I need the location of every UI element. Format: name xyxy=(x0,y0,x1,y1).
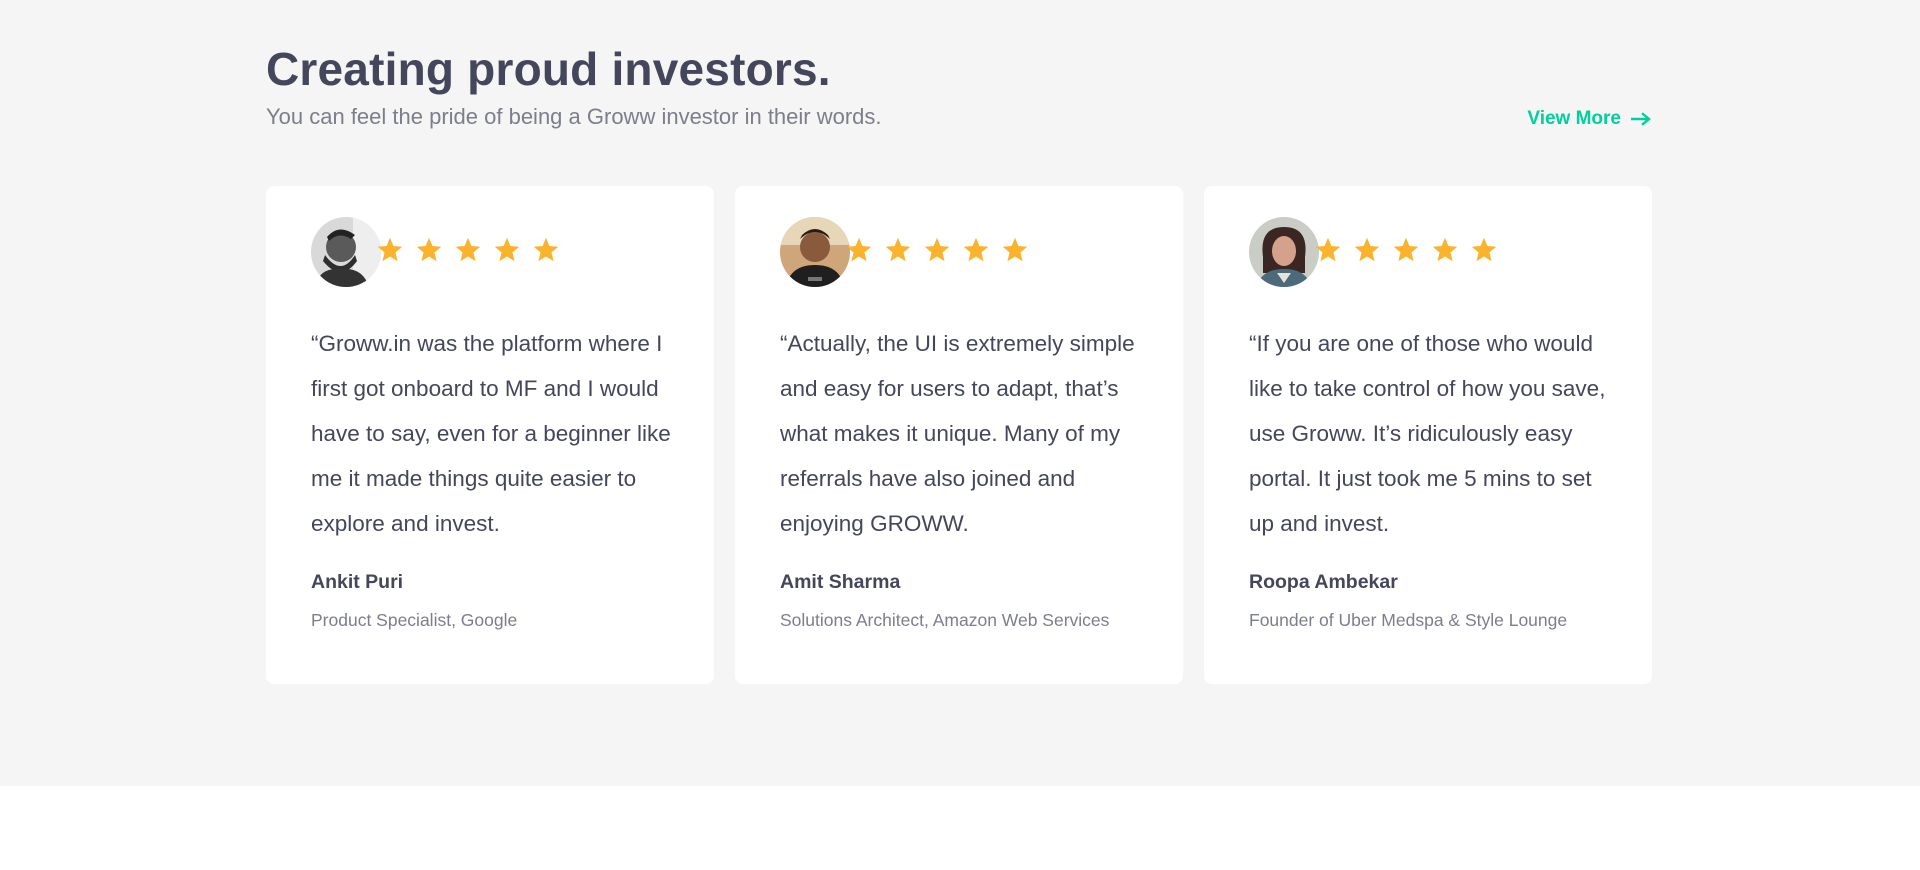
testimonial-card: “Actually, the UI is extremely simple an… xyxy=(735,186,1183,684)
star-icon xyxy=(455,237,481,262)
testimonial-cards: “Groww.in was the platform where I first… xyxy=(266,186,1652,684)
author-name: Roopa Ambekar xyxy=(1249,571,1398,593)
view-more-link[interactable]: View More xyxy=(1527,108,1651,130)
star-icon xyxy=(846,237,872,262)
user-photo-icon xyxy=(1249,217,1319,287)
user-photo-icon xyxy=(311,217,381,287)
avatar xyxy=(311,217,381,287)
star-icon xyxy=(1393,237,1419,262)
user-photo-icon xyxy=(780,217,850,287)
author-role: Solutions Architect, Amazon Web Services xyxy=(780,610,1110,630)
author-name: Ankit Puri xyxy=(311,571,404,593)
star-icon xyxy=(924,237,950,262)
author-name: Amit Sharma xyxy=(780,571,901,593)
testimonials-section: Creating proud investors. You can feel t… xyxy=(0,0,1920,786)
avatar xyxy=(780,217,850,287)
testimonial-quote: “Actually, the UI is extremely simple an… xyxy=(780,331,1135,536)
arrow-right-icon xyxy=(1631,112,1651,126)
star-icon xyxy=(885,237,911,262)
star-icon xyxy=(377,237,403,262)
star-icon xyxy=(963,237,989,262)
view-more-label: View More xyxy=(1527,108,1621,129)
rating-stars xyxy=(376,236,560,264)
rating-stars xyxy=(1314,236,1498,264)
testimonial-card: “Groww.in was the platform where I first… xyxy=(266,186,714,684)
star-icon xyxy=(1002,237,1028,262)
star-icon xyxy=(1471,237,1497,262)
rating-stars xyxy=(845,236,1029,264)
star-icon xyxy=(1432,237,1458,262)
star-icon xyxy=(1315,237,1341,262)
testimonial-card: “If you are one of those who would like … xyxy=(1204,186,1652,684)
star-icon xyxy=(1354,237,1380,262)
avatar xyxy=(1249,217,1319,287)
section-subtitle: You can feel the pride of being a Groww … xyxy=(266,104,882,129)
star-icon xyxy=(494,237,520,262)
author-role: Product Specialist, Google xyxy=(311,610,518,630)
testimonial-quote: “Groww.in was the platform where I first… xyxy=(311,331,671,536)
section-title: Creating proud investors. xyxy=(266,43,831,95)
author-role: Founder of Uber Medspa & Style Lounge xyxy=(1249,610,1568,630)
star-icon xyxy=(533,237,559,262)
star-icon xyxy=(416,237,442,262)
testimonial-quote: “If you are one of those who would like … xyxy=(1249,331,1606,536)
